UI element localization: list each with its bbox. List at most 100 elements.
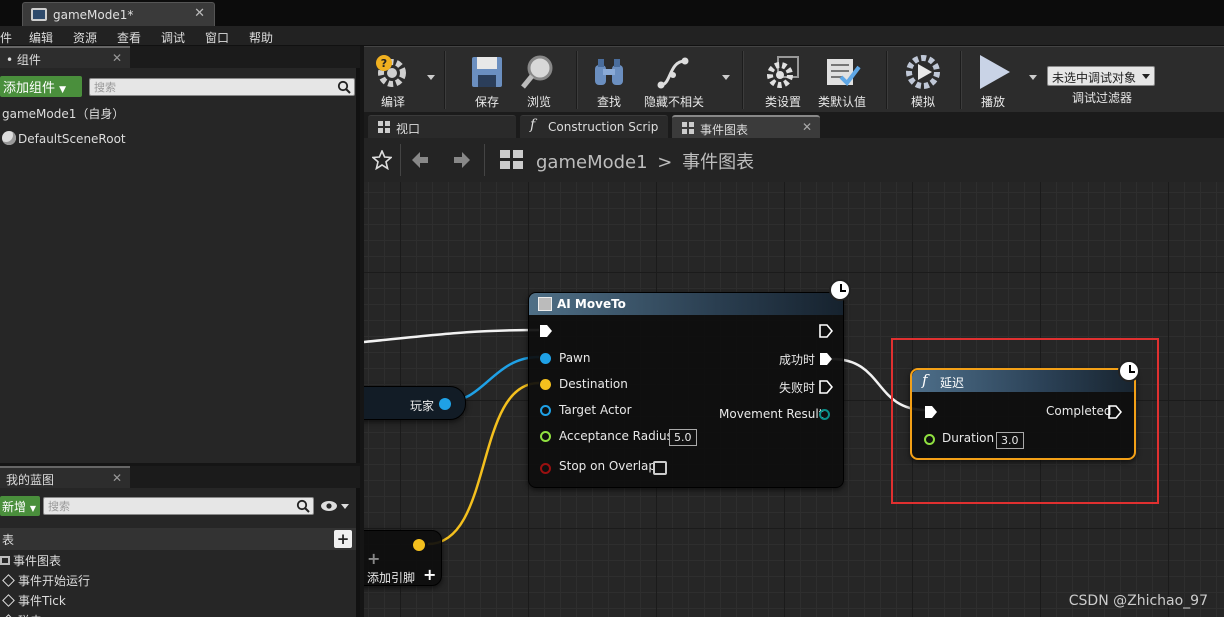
- menu-file[interactable]: 件: [0, 29, 12, 46]
- add-component-button[interactable]: 添加组件 ▼: [0, 76, 82, 97]
- compile-button[interactable]: ? 编译: [368, 49, 418, 111]
- toolbar-separator: [960, 51, 962, 109]
- add-component-label: 添加组件: [3, 81, 56, 96]
- breadcrumb-separator: >: [657, 152, 673, 173]
- list-item-begin-play[interactable]: 事件开始运行: [0, 572, 90, 589]
- play-button[interactable]: 播放: [970, 49, 1016, 111]
- debug-object-select[interactable]: 未选中调试对象: [1047, 66, 1155, 86]
- browse-label: 浏览: [526, 95, 551, 109]
- play-options-arrow[interactable]: [1029, 75, 1037, 80]
- menu-asset[interactable]: 资源: [73, 29, 97, 46]
- components-search-input[interactable]: [94, 80, 332, 94]
- component-default-scene-root[interactable]: DefaultSceneRoot: [2, 131, 126, 146]
- tab-construction-script[interactable]: f Construction Scrip: [520, 115, 668, 138]
- ai-moveto-header: AI MoveTo: [529, 293, 843, 315]
- eye-icon[interactable]: [320, 498, 350, 514]
- event-diamond-icon: [2, 594, 15, 607]
- menu-help[interactable]: 帮助: [249, 29, 273, 46]
- ai-moveto-title: AI MoveTo: [557, 297, 626, 311]
- ai-moveto-node[interactable]: AI MoveTo Pawn 成功时 Destination 失败时 Targe…: [528, 279, 851, 488]
- search-icon: [296, 499, 310, 513]
- chevron-down-icon: ▼: [59, 85, 67, 95]
- add-pin-label: 添加引脚: [367, 571, 416, 585]
- find-button[interactable]: 查找: [586, 49, 632, 111]
- breadcrumb-graph[interactable]: 事件图表: [682, 152, 754, 173]
- breadcrumb-separator-line: [484, 144, 485, 176]
- document-tab[interactable]: gameMode1* ✕: [22, 2, 215, 26]
- magnifier-icon: [521, 55, 553, 89]
- add-graph-button[interactable]: +: [334, 530, 352, 548]
- debug-object-value: 未选中调试对象: [1052, 71, 1137, 85]
- star-icon[interactable]: [372, 150, 392, 170]
- player-output-pin[interactable]: [439, 398, 451, 410]
- target-actor-input-pin[interactable]: [540, 405, 551, 416]
- stop-on-overlap-label: Stop on Overlap: [559, 459, 657, 473]
- exec-input-pin[interactable]: [539, 324, 553, 338]
- exec-output-pin[interactable]: [819, 324, 833, 338]
- movement-result-output-pin[interactable]: [819, 409, 830, 420]
- components-search[interactable]: [89, 78, 355, 96]
- blueprint-search-input[interactable]: [48, 499, 291, 513]
- new-button[interactable]: 新增 ▼: [0, 496, 40, 516]
- simulate-label: 模拟: [910, 95, 935, 109]
- chevron-down-icon: ▼: [29, 504, 36, 513]
- tab-components[interactable]: • 组件 ✕: [0, 46, 130, 68]
- add-pin-node[interactable]: + 添加引脚 +: [364, 530, 442, 586]
- on-success-exec-pin[interactable]: [819, 352, 833, 366]
- menu-view[interactable]: 查看: [117, 29, 141, 46]
- list-item-event-tick[interactable]: 事件Tick: [0, 592, 66, 609]
- hide-unrelated-button[interactable]: 隐藏不相关: [640, 49, 708, 111]
- simulate-button[interactable]: 模拟: [900, 49, 946, 111]
- watermark: CSDN @Zhichao_97: [1068, 593, 1208, 609]
- tab-viewport[interactable]: 视口: [368, 115, 516, 138]
- add-pin-icon[interactable]: +: [423, 565, 436, 584]
- tab-event-graph[interactable]: 事件图表 ✕: [672, 115, 820, 138]
- compile-gear-icon: ?: [376, 55, 406, 87]
- save-button[interactable]: 保存: [464, 49, 510, 111]
- exec-wire: [364, 328, 540, 344]
- pawn-input-pin[interactable]: [540, 353, 551, 364]
- class-defaults-button[interactable]: 类默认值: [814, 49, 870, 111]
- stop-on-overlap-checkbox[interactable]: [653, 461, 667, 475]
- close-panel-icon[interactable]: ✕: [112, 471, 122, 485]
- destination-label: Destination: [559, 377, 628, 391]
- close-tab-icon[interactable]: ✕: [194, 6, 205, 21]
- new-button-label: 新增: [2, 500, 27, 514]
- vector-output-pin[interactable]: [413, 539, 425, 551]
- blueprint-search[interactable]: [43, 497, 314, 515]
- on-fail-exec-pin[interactable]: [819, 380, 833, 394]
- browse-button[interactable]: 浏览: [516, 49, 562, 111]
- menu-edit[interactable]: 编辑: [29, 29, 53, 46]
- document-tab-label: gameMode1*: [53, 8, 134, 22]
- menu-debug[interactable]: 调试: [161, 29, 185, 46]
- class-settings-button[interactable]: 类设置: [760, 49, 806, 111]
- acceptance-radius-field[interactable]: 5.0: [669, 429, 697, 446]
- acceptance-radius-input-pin[interactable]: [540, 431, 551, 442]
- list-item-label: 事件Tick: [18, 594, 66, 608]
- graph-breadcrumb-bar: gameMode1 > 事件图表: [364, 138, 1224, 182]
- graph-icon: [682, 122, 694, 134]
- pawn-label: Pawn: [559, 351, 591, 365]
- close-tab-icon[interactable]: ✕: [802, 120, 812, 134]
- components-tabbar: • 组件 ✕: [0, 46, 360, 68]
- compile-options-arrow[interactable]: [427, 75, 435, 80]
- back-arrow-icon[interactable]: [410, 150, 430, 170]
- menu-window[interactable]: 窗口: [205, 29, 229, 46]
- player-node[interactable]: 玩家: [364, 386, 466, 420]
- graphs-section-header[interactable]: 表 +: [0, 528, 356, 550]
- save-disk-icon: [472, 57, 502, 87]
- tab-my-blueprint[interactable]: 我的蓝图 ✕: [0, 466, 130, 488]
- graph-icon: [500, 150, 523, 169]
- component-self-item[interactable]: gameMode1（自身）: [2, 105, 124, 122]
- destination-input-pin[interactable]: [540, 379, 551, 390]
- stop-on-overlap-input-pin[interactable]: [540, 463, 551, 474]
- on-success-label: 成功时: [779, 353, 816, 367]
- toolbar-separator: [576, 51, 578, 109]
- list-item-hit[interactable]: 碰击: [0, 612, 42, 617]
- hide-unrelated-options-arrow[interactable]: [722, 75, 730, 80]
- breadcrumb-blueprint[interactable]: gameMode1: [536, 152, 648, 173]
- forward-arrow-icon[interactable]: [452, 150, 472, 170]
- close-panel-icon[interactable]: ✕: [112, 51, 122, 65]
- list-item-event-graph[interactable]: 事件图表: [0, 552, 61, 569]
- event-graph-canvas[interactable]: 玩家 + 添加引脚 + AI MoveTo Pawn 成功时 Destinati…: [364, 182, 1224, 617]
